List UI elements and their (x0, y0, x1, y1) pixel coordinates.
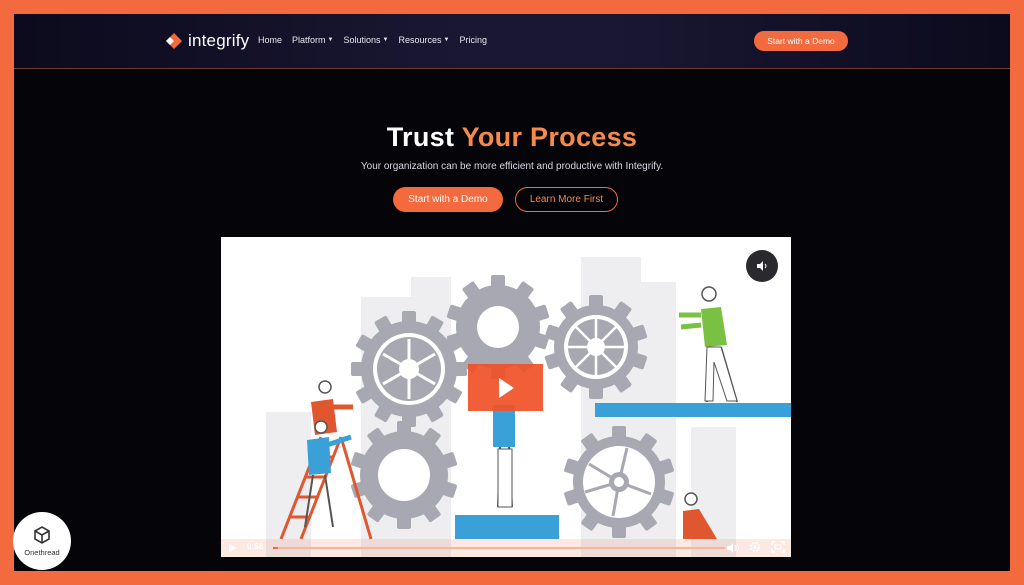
play-icon (498, 377, 514, 398)
nav-link-solutions[interactable]: Solutions ▼ (343, 35, 388, 45)
nav-link-resources[interactable]: Resources ▼ (398, 35, 449, 45)
nav-link-label: Pricing (459, 35, 487, 45)
video-player[interactable]: 0:58 (221, 237, 791, 557)
page-frame: integrify Home Platform ▼ Solutions ▼ Reso… (14, 14, 1010, 571)
nav-link-label: Platform (292, 35, 326, 45)
logo-text: integrify (188, 31, 250, 50)
hero-title-accent: Your Process (461, 122, 638, 152)
figure-center (493, 405, 515, 508)
nav-link-label: Solutions (343, 35, 381, 45)
progress-fill (273, 547, 278, 549)
caret-down-icon: ▼ (382, 37, 389, 43)
nav-link-label: Resources (398, 35, 442, 45)
nav-demo-button[interactable]: Start with a Demo (754, 31, 848, 51)
mute-button[interactable] (746, 250, 778, 282)
nav-link-home[interactable]: Home (258, 35, 282, 45)
settings-icon[interactable] (749, 541, 761, 553)
badge-text: Onethread (24, 548, 60, 557)
onethread-badge: Onethread (13, 512, 71, 570)
video-time: 0:58 (247, 542, 264, 551)
nav-link-pricing[interactable]: Pricing (459, 35, 487, 45)
hero-subtitle: Your organization can be more efficient … (360, 161, 664, 172)
control-play-icon[interactable] (228, 543, 238, 553)
platform-bottom (455, 515, 559, 539)
integrify-logo-icon (166, 33, 182, 49)
hero-title-plain: Trust (386, 122, 462, 152)
caret-down-icon: ▼ (327, 37, 334, 43)
onethread-logo-icon (34, 526, 50, 544)
play-button[interactable] (468, 364, 543, 411)
caret-down-icon: ▼ (443, 37, 450, 43)
top-navbar: integrify Home Platform ▼ Solutions ▼ Reso… (14, 14, 1010, 69)
integrify-logo[interactable]: integrify (164, 31, 249, 51)
volume-icon[interactable] (726, 542, 740, 554)
hero-title: Trust Your Process (14, 122, 1010, 153)
learn-more-button[interactable]: Learn More First (515, 187, 618, 212)
nav-links: Home Platform ▼ Solutions ▼ Resources ▼ Pri… (258, 35, 487, 45)
fullscreen-icon[interactable] (771, 541, 785, 553)
platform-right (595, 403, 791, 417)
mute-icon (757, 261, 767, 271)
progress-track[interactable] (273, 547, 725, 549)
figure-green (679, 286, 738, 403)
nav-link-label: Home (258, 35, 283, 45)
start-demo-button[interactable]: Start with a Demo (393, 187, 503, 212)
nav-link-platform[interactable]: Platform ▼ (292, 35, 333, 45)
